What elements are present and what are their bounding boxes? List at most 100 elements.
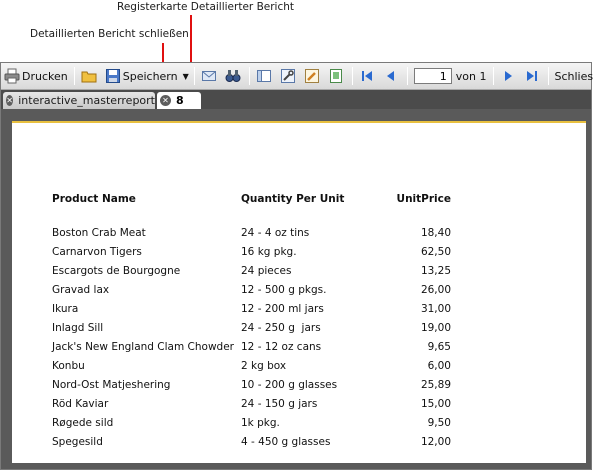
report-viewer: Drucken Speichern ▼ 1 von 1 Schlies ✕ in…	[0, 62, 593, 470]
table-row: Gravad lax 12 - 500 g pkgs. 26,00	[52, 280, 451, 299]
report-page: Product Name Quantity Per Unit UnitPrice…	[12, 121, 586, 463]
edit-button[interactable]	[301, 65, 325, 87]
table-row: Boston Crab Meat 24 - 4 oz tins 18,40	[52, 223, 451, 242]
callout-close-label: Detaillierten Bericht schließen	[30, 28, 189, 40]
email-button[interactable]	[198, 65, 222, 87]
page-number-input[interactable]	[413, 68, 452, 84]
table-cell: 12 - 500 g pkgs.	[241, 283, 327, 296]
folder-icon	[81, 68, 97, 84]
page-number-group: von 1	[411, 65, 490, 87]
table-cell: 9,65	[427, 340, 451, 353]
toolbar-separator	[547, 67, 549, 85]
table-row: Carnarvon Tigers 16 kg pkg. 62,50	[52, 242, 451, 261]
print-button[interactable]: Drucken	[1, 65, 71, 87]
previous-page-icon	[383, 68, 399, 84]
table-cell: 24 - 250 g jars	[241, 321, 321, 334]
callout-tab-label: Registerkarte Detaillierter Bericht	[117, 1, 295, 13]
table-row: Escargots de Bourgogne 24 pieces 13,25	[52, 261, 451, 280]
next-page-button[interactable]	[497, 65, 521, 87]
previous-page-button[interactable]	[380, 65, 404, 87]
tab-strip: ✕ interactive_masterreport ✕ 8	[1, 90, 591, 109]
find-button[interactable]	[222, 65, 246, 87]
page-setup-icon	[328, 68, 344, 84]
document-map-button[interactable]	[253, 65, 277, 87]
table-cell: 26,00	[420, 283, 451, 296]
table-row: Inlagd Sill 24 - 250 g jars 19,00	[52, 318, 451, 337]
table-cell: 9,50	[427, 416, 451, 429]
table-cell: Konbu	[52, 359, 85, 372]
toolbar-separator	[248, 67, 250, 85]
table-cell: 12 - 12 oz cans	[241, 340, 322, 353]
table-cell: 1k pkg.	[241, 416, 280, 429]
envelope-icon	[201, 68, 217, 84]
save-dropdown[interactable]: ▼	[181, 65, 191, 87]
table-cell: Røgede sild	[52, 416, 114, 429]
printer-icon	[4, 68, 20, 84]
save-button[interactable]: Speichern	[102, 65, 181, 87]
column-header: Quantity Per Unit	[241, 193, 345, 205]
toolbar-separator	[193, 67, 195, 85]
toolbar: Drucken Speichern ▼ 1 von 1 Schlies	[1, 63, 593, 90]
table-cell: Jack's New England Clam Chowder	[52, 340, 234, 353]
table-cell: Inlagd Sill	[52, 321, 104, 334]
report-area: Product Name Quantity Per Unit UnitPrice…	[1, 109, 591, 469]
close-icon[interactable]: ✕	[160, 95, 171, 106]
table-cell: Nord-Ost Matjeshering	[52, 378, 171, 391]
table-row: Spegesild 4 - 450 g glasses 12,00	[52, 432, 451, 451]
table-row: Konbu 2 kg box 6,00	[52, 356, 451, 375]
report-table: Product Name Quantity Per Unit UnitPrice…	[52, 193, 451, 451]
close-label: Schliessen	[554, 69, 593, 83]
table-cell: 31,00	[420, 302, 451, 315]
table-cell: 13,25	[420, 264, 451, 277]
toolbar-separator	[406, 67, 408, 85]
next-page-icon	[500, 68, 516, 84]
table-header-row: Product Name Quantity Per Unit UnitPrice	[52, 193, 451, 223]
table-row: Nord-Ost Matjeshering 10 - 200 g glasses…	[52, 375, 451, 394]
wrench-icon	[280, 68, 296, 84]
table-cell: 25,89	[420, 378, 451, 391]
chevron-down-icon: ▼	[182, 71, 189, 81]
tab-master-report[interactable]: ✕ interactive_masterreport	[3, 92, 155, 109]
table-cell: Escargots de Bourgogne	[52, 264, 181, 277]
table-cell: Ikura	[52, 302, 79, 315]
table-cell: 6,00	[427, 359, 451, 372]
last-page-button[interactable]	[521, 65, 545, 87]
tab-detail-label: 8	[176, 94, 184, 107]
last-page-icon	[524, 68, 540, 84]
parameters-button[interactable]	[277, 65, 301, 87]
table-cell: 10 - 200 g glasses	[241, 378, 338, 391]
tab-master-label: interactive_masterreport	[18, 94, 155, 107]
table-cell: 18,40	[420, 226, 451, 239]
table-row: Röd Kaviar 24 - 150 g jars 15,00	[52, 394, 451, 413]
close-button[interactable]: Schliessen	[552, 65, 593, 87]
table-cell: Gravad lax	[52, 283, 110, 296]
save-label: Speichern	[122, 69, 178, 83]
first-page-button[interactable]	[356, 65, 380, 87]
toolbar-separator	[73, 67, 75, 85]
toolbar-separator	[351, 67, 353, 85]
table-cell: 19,00	[420, 321, 451, 334]
table-cell: 24 - 150 g jars	[241, 397, 318, 410]
table-cell: 2 kg box	[241, 359, 287, 372]
first-page-icon	[359, 68, 375, 84]
open-button[interactable]	[78, 65, 102, 87]
print-label: Drucken	[22, 69, 68, 83]
pencil-icon	[304, 68, 320, 84]
column-header: UnitPrice	[396, 193, 451, 205]
table-cell: 4 - 450 g glasses	[241, 435, 331, 448]
table-cell: 15,00	[420, 397, 451, 410]
table-cell: Röd Kaviar	[52, 397, 109, 410]
table-cell: Spegesild	[52, 435, 103, 448]
page-setup-button[interactable]	[325, 65, 349, 87]
table-cell: 12,00	[420, 435, 451, 448]
table-cell: Boston Crab Meat	[52, 226, 146, 239]
tab-detail-report[interactable]: ✕ 8	[157, 92, 201, 109]
close-icon[interactable]: ✕	[6, 95, 14, 106]
column-header: Product Name	[52, 193, 136, 205]
page-of-label: von 1	[455, 69, 487, 83]
table-cell: 16 kg pkg.	[241, 245, 297, 258]
table-row: Ikura 12 - 200 ml jars 31,00	[52, 299, 451, 318]
table-cell: 24 pieces	[241, 264, 292, 277]
table-cell: Carnarvon Tigers	[52, 245, 142, 258]
floppy-disk-icon	[105, 68, 121, 84]
